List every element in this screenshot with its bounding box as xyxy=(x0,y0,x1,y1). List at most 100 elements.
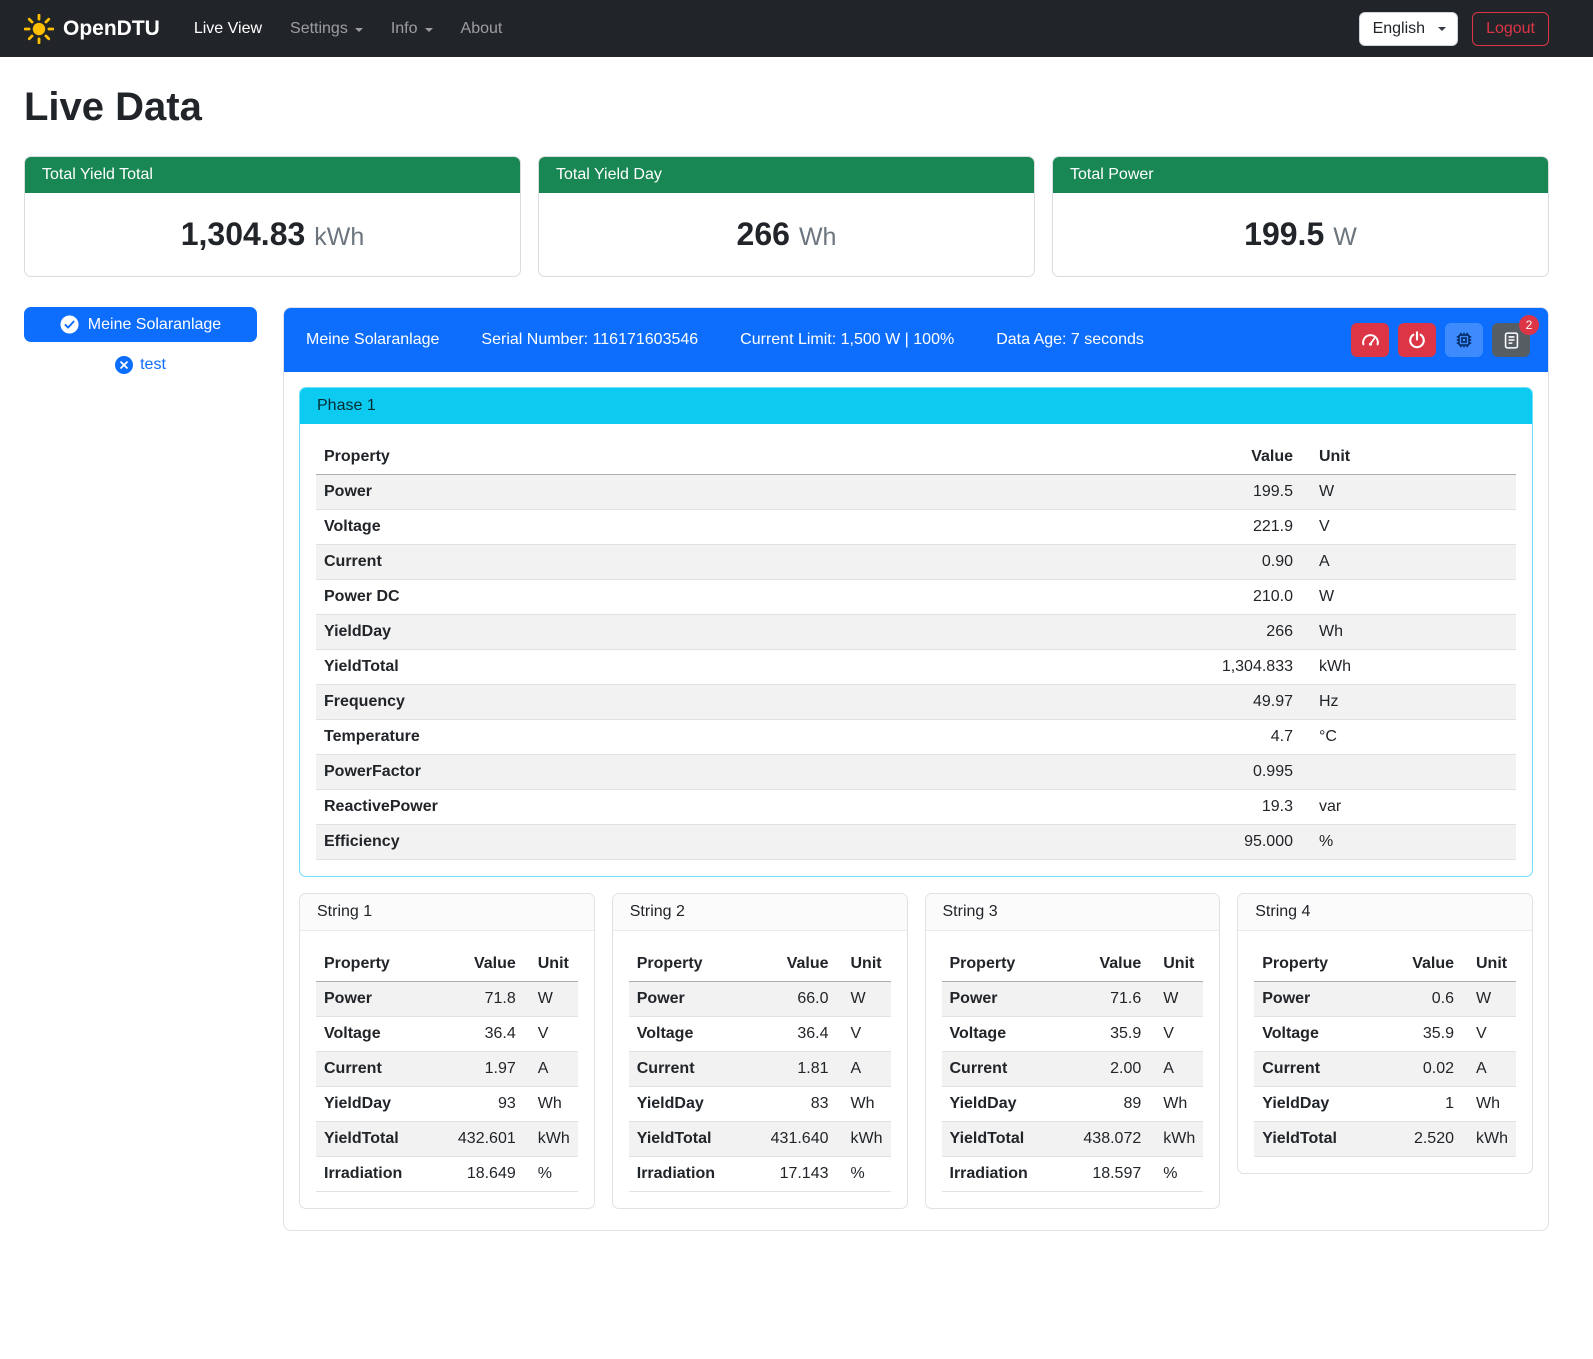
total-power-card: Total Power 199.5W xyxy=(1052,156,1549,277)
unit-cell: kWh xyxy=(1301,650,1516,685)
string-1-card: String 1 Property Value Unit xyxy=(299,893,595,1209)
limit-settings-button[interactable] xyxy=(1351,323,1389,357)
inverter-button-label: Meine Solaranlage xyxy=(88,316,221,334)
string-2-card: String 2 Property Value Unit xyxy=(612,893,908,1209)
table-row: Current1.81A xyxy=(629,1052,891,1087)
table-row: YieldDay266Wh xyxy=(316,615,1516,650)
summary-card-body: 1,304.83kWh xyxy=(25,193,520,276)
page-title: Live Data xyxy=(24,85,1549,130)
table-row: YieldTotal1,304.833kWh xyxy=(316,650,1516,685)
nav-live-view[interactable]: Live View xyxy=(180,12,276,46)
table-row: Efficiency95.000% xyxy=(316,825,1516,860)
string-2-table: Property Value Unit Power66.0WVoltage36.… xyxy=(629,947,891,1192)
value-cell: 4.7 xyxy=(1191,720,1301,755)
unit-cell: % xyxy=(524,1157,578,1192)
unit-header: Unit xyxy=(1149,947,1203,982)
table-row: ReactivePower19.3var xyxy=(316,790,1516,825)
value-cell: 1.81 xyxy=(745,1052,837,1087)
property-cell: Current xyxy=(316,545,1191,580)
value-cell: 266 xyxy=(1191,615,1301,650)
table-row: Power DC210.0W xyxy=(316,580,1516,615)
string-card-body: Property Value Unit Power0.6WVoltage35.9… xyxy=(1238,931,1532,1173)
brand-label: OpenDTU xyxy=(63,17,160,41)
table-row: YieldTotal2.520kWh xyxy=(1254,1122,1516,1157)
chevron-down-icon xyxy=(355,28,363,32)
nav-about[interactable]: About xyxy=(447,12,517,46)
brand-link[interactable]: OpenDTU xyxy=(24,14,160,44)
unit-cell: Wh xyxy=(524,1087,578,1122)
event-log-button[interactable]: 2 xyxy=(1492,323,1530,357)
value-cell: 1.97 xyxy=(432,1052,524,1087)
property-cell: Power DC xyxy=(316,580,1191,615)
property-cell: Power xyxy=(942,982,1058,1017)
table-header-row: Property Value Unit xyxy=(316,947,578,982)
string-card-body: Property Value Unit Power71.8WVoltage36.… xyxy=(300,931,594,1208)
property-cell: YieldTotal xyxy=(629,1122,745,1157)
nav-info[interactable]: Info xyxy=(377,12,447,46)
unit-cell: Hz xyxy=(1301,685,1516,720)
value-cell: 35.9 xyxy=(1370,1017,1462,1052)
inverter-link-label: test xyxy=(140,356,166,374)
string-card-title: String 1 xyxy=(300,894,594,931)
string-3-table: Property Value Unit Power71.6WVoltage35.… xyxy=(942,947,1204,1192)
chevron-down-icon xyxy=(425,28,433,32)
property-cell: Efficiency xyxy=(316,825,1191,860)
unit-cell: V xyxy=(1462,1017,1516,1052)
table-row: Current1.97A xyxy=(316,1052,578,1087)
inverter-sidebar: Meine Solaranlage test xyxy=(24,307,257,374)
unit-cell: % xyxy=(1301,825,1516,860)
unit-cell: A xyxy=(1149,1052,1203,1087)
sun-icon xyxy=(24,14,54,44)
property-cell: YieldTotal xyxy=(942,1122,1058,1157)
unit-cell: °C xyxy=(1301,720,1516,755)
value-cell: 0.6 xyxy=(1370,982,1462,1017)
table-row: Frequency49.97Hz xyxy=(316,685,1516,720)
value-cell: 19.3 xyxy=(1191,790,1301,825)
value-cell: 93 xyxy=(432,1087,524,1122)
language-select[interactable]: English xyxy=(1359,12,1458,46)
summary-unit: Wh xyxy=(799,223,837,251)
nav-settings[interactable]: Settings xyxy=(276,12,377,46)
property-cell: YieldDay xyxy=(316,615,1191,650)
nav-settings-label: Settings xyxy=(290,20,348,38)
table-header-row: Property Value Unit xyxy=(316,440,1516,475)
phase-1-card: Phase 1 Property Value Unit Power199.5WV… xyxy=(299,387,1533,877)
value-cell: 17.143 xyxy=(745,1157,837,1192)
value-cell: 71.6 xyxy=(1057,982,1149,1017)
total-yield-total-card: Total Yield Total 1,304.83kWh xyxy=(24,156,521,277)
value-cell: 89 xyxy=(1057,1087,1149,1122)
string-3-card: String 3 Property Value Unit xyxy=(925,893,1221,1209)
summary-value: 199.5 xyxy=(1244,216,1324,252)
power-button[interactable] xyxy=(1398,323,1436,357)
table-header-row: Property Value Unit xyxy=(1254,947,1516,982)
inverter-select-button-meine-solaranlage[interactable]: Meine Solaranlage xyxy=(24,307,257,342)
value-cell: 2.520 xyxy=(1370,1122,1462,1157)
value-cell: 432.601 xyxy=(432,1122,524,1157)
value-cell: 0.90 xyxy=(1191,545,1301,580)
property-cell: Power xyxy=(629,982,745,1017)
unit-cell: Wh xyxy=(1149,1087,1203,1122)
summary-unit: kWh xyxy=(314,223,364,251)
unit-cell: V xyxy=(1149,1017,1203,1052)
total-yield-day-card: Total Yield Day 266Wh xyxy=(538,156,1035,277)
property-cell: Power xyxy=(316,982,432,1017)
content-row: Meine Solaranlage test Meine Solaranlage… xyxy=(24,307,1549,1231)
property-cell: YieldTotal xyxy=(1254,1122,1370,1157)
table-row: Current2.00A xyxy=(942,1052,1204,1087)
nav-about-label: About xyxy=(461,20,503,38)
logout-button[interactable]: Logout xyxy=(1472,12,1549,46)
value-cell: 2.00 xyxy=(1057,1052,1149,1087)
property-cell: PowerFactor xyxy=(316,755,1191,790)
property-cell: Power xyxy=(316,475,1191,510)
inverter-select-link-test[interactable]: test xyxy=(24,356,257,374)
string-1-table: Property Value Unit Power71.8WVoltage36.… xyxy=(316,947,578,1192)
device-info-button[interactable] xyxy=(1445,323,1483,357)
unit-cell: V xyxy=(524,1017,578,1052)
journal-icon xyxy=(1502,331,1521,350)
property-cell: YieldDay xyxy=(942,1087,1058,1122)
table-row: Irradiation18.649% xyxy=(316,1157,578,1192)
summary-card-title: Total Power xyxy=(1053,157,1548,193)
table-row: YieldTotal432.601kWh xyxy=(316,1122,578,1157)
nav-info-label: Info xyxy=(391,20,418,38)
unit-cell: V xyxy=(837,1017,891,1052)
